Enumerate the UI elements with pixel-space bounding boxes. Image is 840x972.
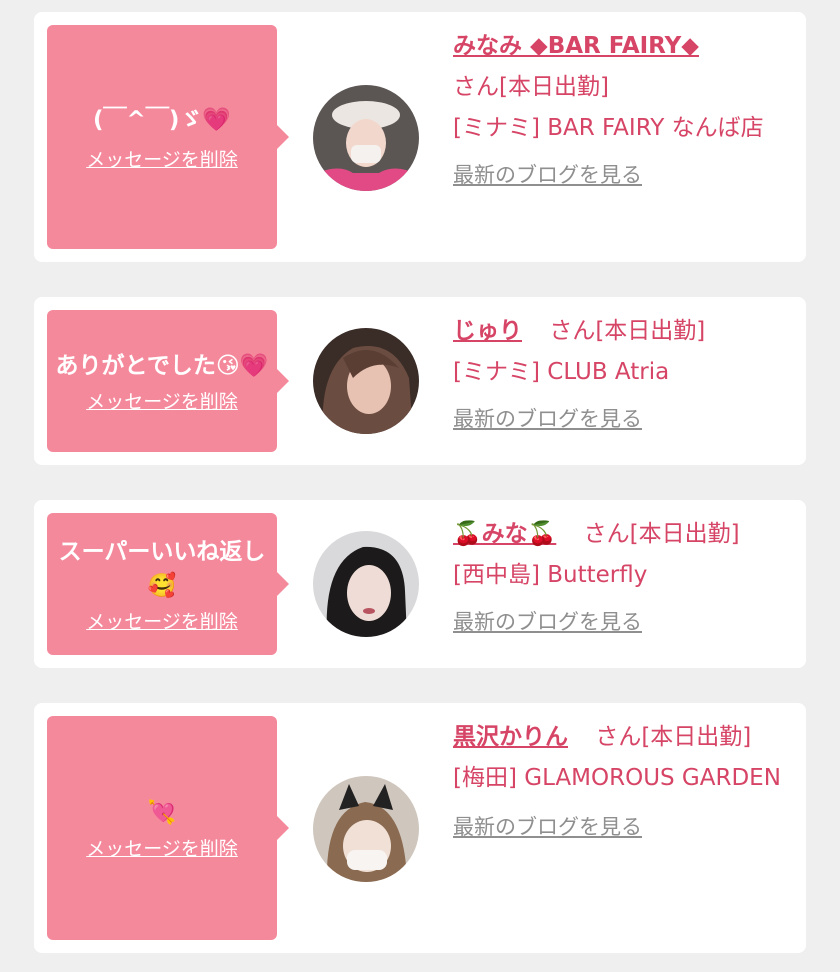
message-bubble: ありがとでした😘💗 メッセージを削除	[47, 310, 289, 452]
attendance-status: さん[本日出勤]	[453, 74, 609, 100]
shop-name: [梅田] GLAMOROUS GARDEN	[453, 765, 781, 791]
shop-name: [西中島] Butterfly	[453, 562, 648, 588]
delete-message-link[interactable]: メッセージを削除	[86, 834, 238, 861]
avatar-photo	[313, 328, 419, 434]
message-bubble: スーパーいいね返し🥰 メッセージを削除	[47, 513, 289, 655]
message-card: ありがとでした😘💗 メッセージを削除 じゅり さん[本日出勤] [ミナミ] CL…	[34, 297, 806, 465]
message-text: ありがとでした😘💗	[55, 352, 269, 379]
latest-blog-link[interactable]: 最新のブログを見る	[453, 807, 642, 848]
avatar[interactable]	[313, 85, 419, 191]
girl-name-link[interactable]: みなみ ◆BAR FAIRY◆	[453, 33, 699, 59]
avatar[interactable]	[313, 328, 419, 434]
girl-info: 黒沢かりん さん[本日出勤] [梅田] GLAMOROUS GARDEN 最新の…	[453, 717, 793, 848]
girl-info: じゅり さん[本日出勤] [ミナミ] CLUB Atria 最新のブログを見る	[453, 311, 793, 440]
girl-info: みなみ ◆BAR FAIRY◆ さん[本日出勤] [ミナミ] BAR FAIRY…	[453, 26, 793, 196]
girl-name-link[interactable]: 黒沢かりん	[453, 724, 568, 750]
shop-name: [ミナミ] CLUB Atria	[453, 359, 670, 385]
avatar-photo	[313, 776, 419, 882]
avatar[interactable]	[313, 776, 419, 882]
delete-message-link[interactable]: メッセージを削除	[86, 387, 238, 414]
message-card: (￣^￣)ゞ💗 メッセージを削除 みなみ ◆BAR FAIRY◆ さん[本日出勤…	[34, 12, 806, 262]
delete-message-link[interactable]: メッセージを削除	[86, 145, 238, 172]
message-text: (￣^￣)ゞ💗	[93, 106, 231, 133]
attendance-status: さん[本日出勤]	[549, 318, 706, 344]
message-text: スーパーいいね返し🥰	[58, 538, 266, 599]
girl-name-link[interactable]: じゅり	[453, 318, 522, 344]
message-card: スーパーいいね返し🥰 メッセージを削除 🍒みな🍒 さん[本日出勤] [西中島] …	[34, 500, 806, 668]
shop-name: [ミナミ] BAR FAIRY なんば店	[453, 115, 764, 141]
girl-info: 🍒みな🍒 さん[本日出勤] [西中島] Butterfly 最新のブログを見る	[453, 514, 793, 643]
message-text: 💘	[147, 799, 177, 826]
attendance-status: さん[本日出勤]	[595, 724, 752, 750]
message-list: (￣^￣)ゞ💗 メッセージを削除 みなみ ◆BAR FAIRY◆ さん[本日出勤…	[0, 0, 840, 972]
attendance-status: さん[本日出勤]	[583, 521, 740, 547]
latest-blog-link[interactable]: 最新のブログを見る	[453, 602, 642, 643]
girl-name-link[interactable]: 🍒みな🍒	[453, 521, 556, 547]
delete-message-link[interactable]: メッセージを削除	[86, 607, 238, 634]
latest-blog-link[interactable]: 最新のブログを見る	[453, 399, 642, 440]
avatar[interactable]	[313, 531, 419, 637]
message-card: 💘 メッセージを削除 黒沢かりん さん[本日出勤] [梅田] GLAMOROUS…	[34, 703, 806, 953]
message-bubble: 💘 メッセージを削除	[47, 716, 289, 940]
latest-blog-link[interactable]: 最新のブログを見る	[453, 155, 642, 196]
avatar-photo	[313, 85, 419, 191]
message-bubble: (￣^￣)ゞ💗 メッセージを削除	[47, 25, 289, 249]
avatar-photo	[313, 531, 419, 637]
